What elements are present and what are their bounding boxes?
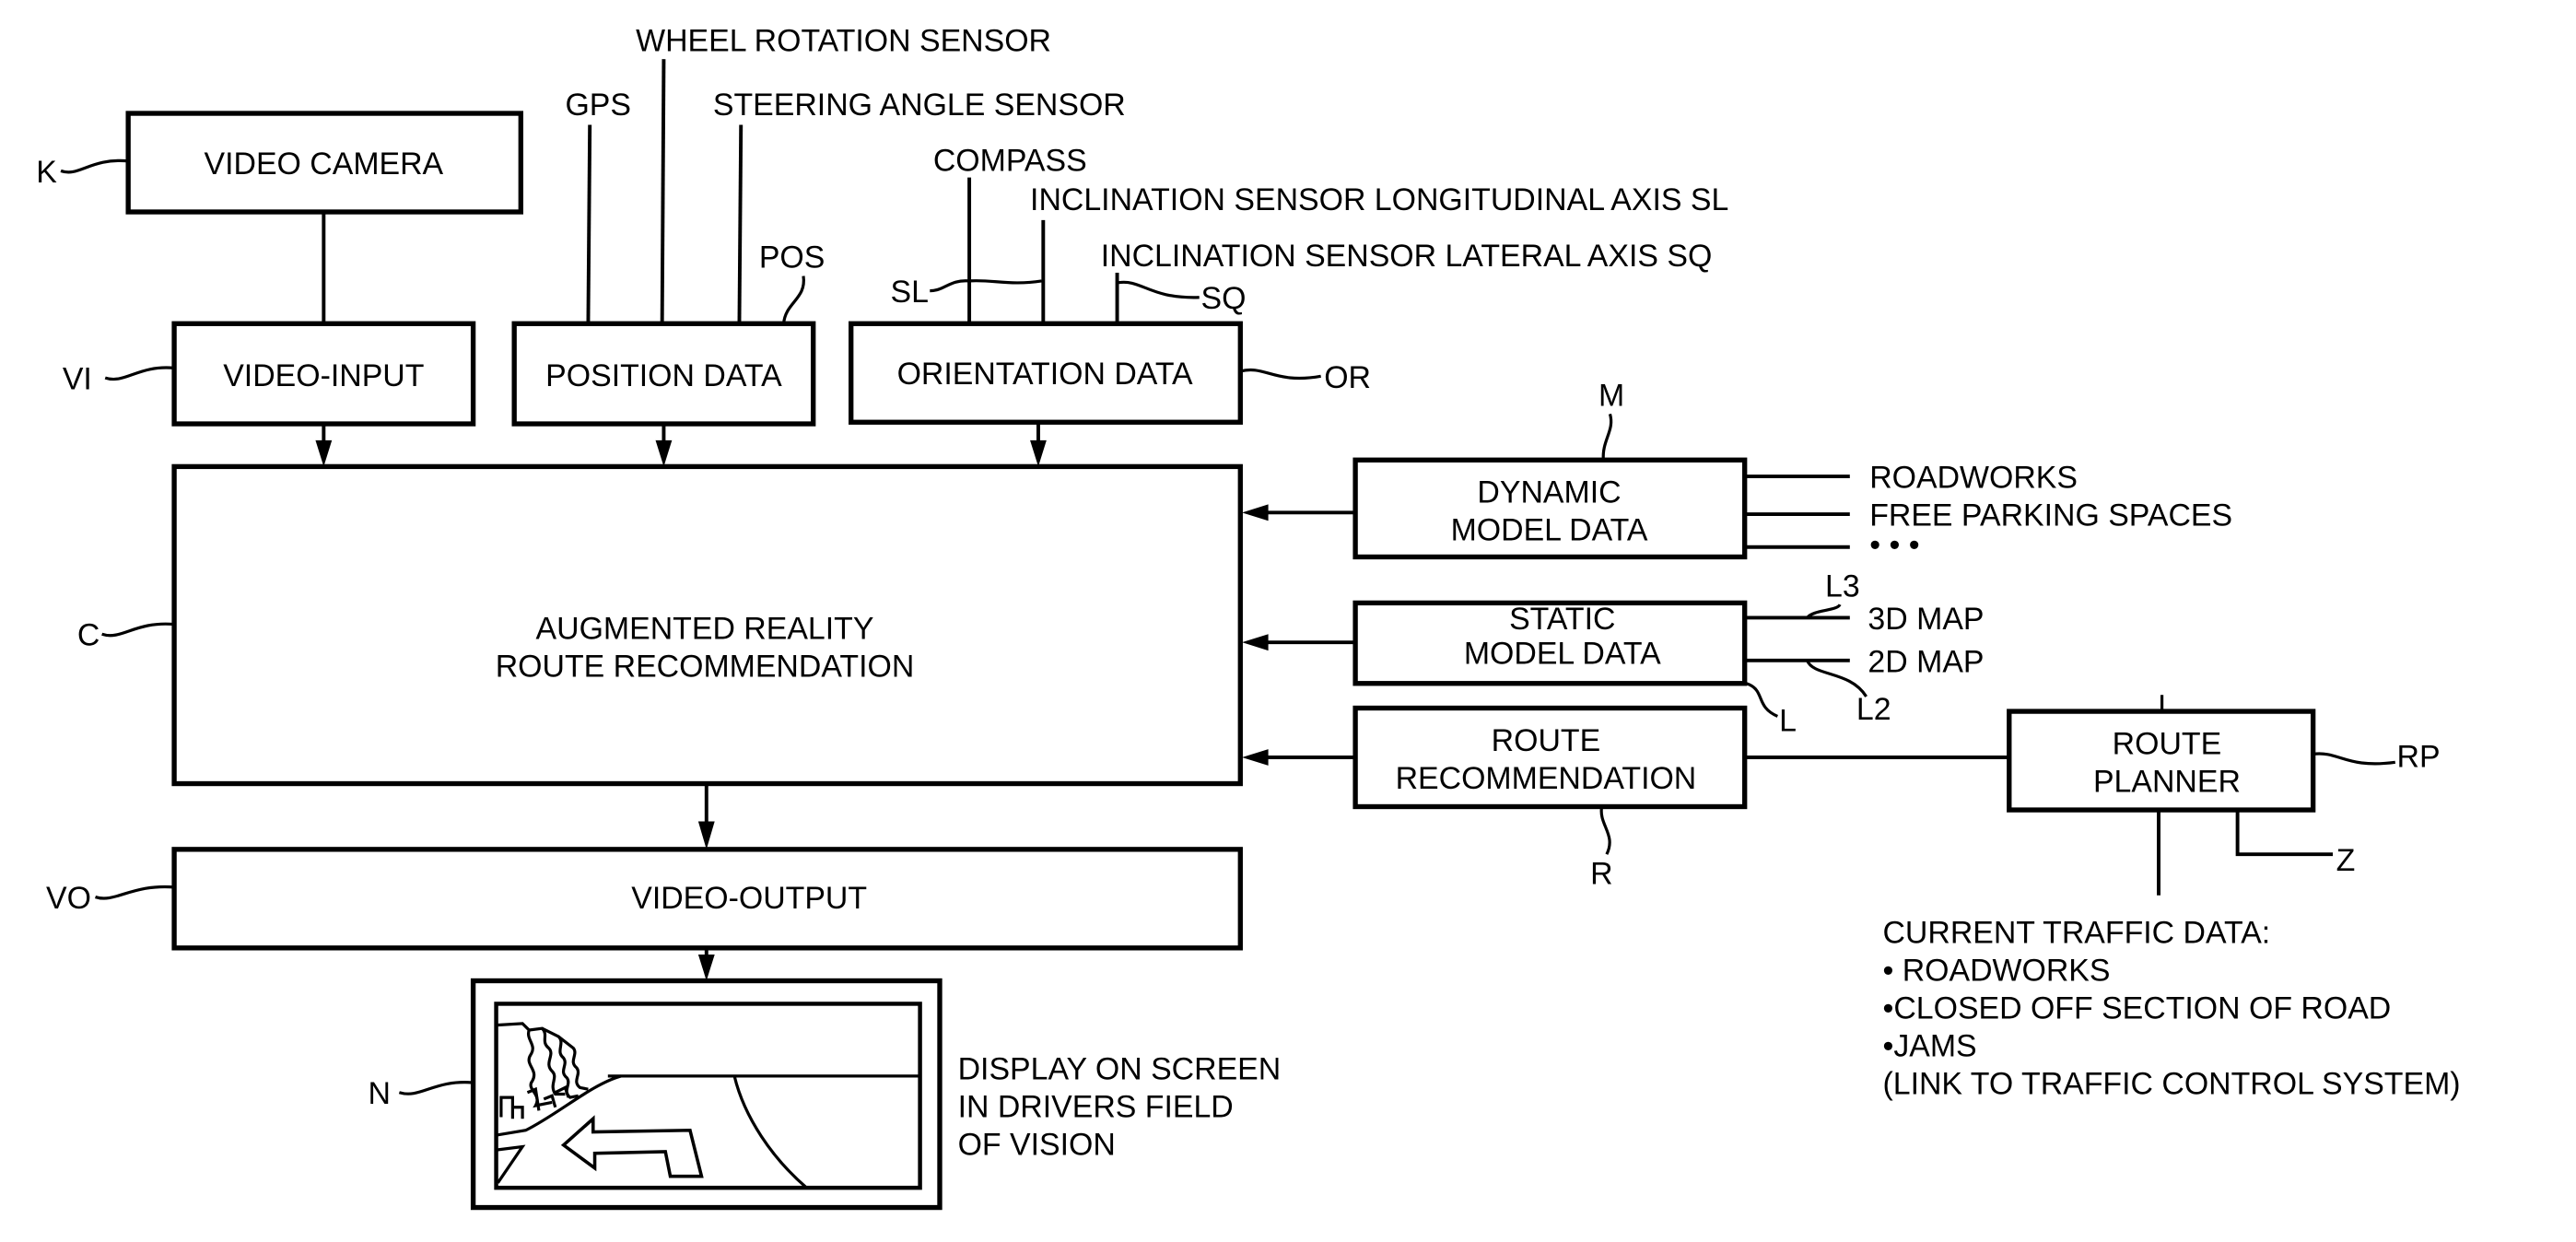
steering-angle-line xyxy=(737,124,744,326)
pos-ref-label: POS xyxy=(759,240,825,275)
dynamic-input-roadworks: ROADWORKS xyxy=(1869,461,2078,496)
vi-ref-label: VI xyxy=(63,362,92,397)
display-caption-line1: DISPLAY ON SCREEN xyxy=(958,1051,1282,1086)
or-ref-label: OR xyxy=(1324,360,1371,395)
route-recommendation-block: ROUTE RECOMMENDATION R xyxy=(1242,705,2009,891)
m-ref-label: M xyxy=(1598,378,1624,413)
dynamic-input-ellipsis: • • • xyxy=(1869,528,1919,563)
ar-route-line2: ROUTE RECOMMENDATION xyxy=(496,650,915,685)
pos-leader xyxy=(781,275,805,324)
static-input-2d-map: 2D MAP xyxy=(1868,644,1984,679)
traffic-item-jams: •JAMS xyxy=(1882,1029,1976,1064)
video-output-block: VIDEO-OUTPUT VO xyxy=(46,847,1243,951)
l-ref-label: L xyxy=(1779,703,1797,738)
output-to-display-arrow-head xyxy=(697,954,715,981)
rp-leader xyxy=(2313,752,2395,766)
video-camera-block: VIDEO CAMERA K xyxy=(36,111,523,324)
static-to-c-arrow-head xyxy=(1242,634,1269,651)
rp-ref-label: RP xyxy=(2397,740,2441,775)
l2-ref-label: L2 xyxy=(1856,692,1891,727)
traffic-note: (LINK TO TRAFFIC CONTROL SYSTEM) xyxy=(1882,1067,2460,1102)
video-input-block: VIDEO-INPUT VI xyxy=(63,321,476,427)
orientation-arrow-head xyxy=(1030,439,1047,467)
sl-ref-label: SL xyxy=(890,275,928,310)
sq-leader xyxy=(1118,280,1200,299)
video-input-arrow-head xyxy=(315,439,333,467)
or-leader xyxy=(1239,368,1321,381)
r-ref-label: R xyxy=(1590,856,1612,891)
c-ref-label: C xyxy=(77,618,100,653)
gps-label: GPS xyxy=(565,88,631,123)
sensor-inputs: WHEEL ROTATION SENSOR GPS STEERING ANGLE… xyxy=(565,23,1728,326)
static-model-line1: STATIC xyxy=(1509,602,1615,637)
steering-angle-sensor-label: STEERING ANGLE SENSOR xyxy=(713,88,1126,123)
orientation-data-label: ORIENTATION DATA xyxy=(897,357,1193,392)
dynamic-input-free-parking: FREE PARKING SPACES xyxy=(1869,498,2232,533)
route-recommendation-line2: RECOMMENDATION xyxy=(1396,761,1697,796)
traffic-item-roadworks: • ROADWORKS xyxy=(1882,953,2110,988)
n-ref-label: N xyxy=(368,1076,390,1111)
m-leader xyxy=(1601,413,1613,461)
orientation-data-block: ORIENTATION DATA OR xyxy=(849,321,1371,425)
wheel-rotation-line xyxy=(660,59,666,326)
compass-label: COMPASS xyxy=(933,143,1087,178)
dynamic-model-data-block: DYNAMIC MODEL DATA M ROADWORKS FREE PARK… xyxy=(1242,378,2232,563)
route-planner-line2: PLANNER xyxy=(2093,764,2241,799)
inclination-longitudinal-label: INCLINATION SENSOR LONGITUDINAL AXIS SL xyxy=(1030,182,1728,217)
wheel-rotation-sensor-label: WHEEL ROTATION SENSOR xyxy=(636,23,1051,58)
video-camera-label: VIDEO CAMERA xyxy=(205,146,444,182)
static-model-line2: MODEL DATA xyxy=(1464,636,1661,671)
sq-ref-label: SQ xyxy=(1200,281,1246,316)
dynamic-to-c-arrow-head xyxy=(1242,504,1269,521)
vi-leader xyxy=(104,366,175,381)
r-leader xyxy=(1599,806,1611,855)
display-caption-line3: OF VISION xyxy=(958,1127,1116,1162)
inclination-lateral-label: INCLINATION SENSOR LATERAL AXIS SQ xyxy=(1101,239,1713,274)
route-planner-block: ROUTE PLANNER RP Z xyxy=(2007,695,2441,896)
sl-leader xyxy=(930,279,1042,293)
display-caption-line2: IN DRIVERS FIELD xyxy=(958,1089,1234,1124)
route-planner-line1: ROUTE xyxy=(2113,726,2222,761)
input-arrows xyxy=(315,422,1047,467)
position-data-label: POSITION DATA xyxy=(545,358,782,393)
position-arrow-head xyxy=(655,439,673,467)
display-inner-screen xyxy=(494,1002,922,1190)
position-data-block: POSITION DATA POS xyxy=(511,240,825,427)
traffic-title: CURRENT TRAFFIC DATA: xyxy=(1882,915,2270,950)
dynamic-model-line1: DYNAMIC xyxy=(1477,475,1621,510)
n-leader xyxy=(398,1081,474,1096)
l-leader xyxy=(1745,682,1779,718)
c-leader xyxy=(101,622,175,638)
z-ref-label: Z xyxy=(2336,843,2356,878)
display-screen-block: N DISPLAY ON SCREEN IN DRIVERS FIELD OF … xyxy=(368,978,1282,1211)
vo-ref-label: VO xyxy=(46,881,91,916)
l3-ref-label: L3 xyxy=(1825,568,1860,603)
route-recommendation-line1: ROUTE xyxy=(1492,723,1601,758)
route-rec-to-c-arrow-head xyxy=(1242,749,1269,766)
c-to-output-arrow-head xyxy=(697,821,715,849)
ar-route-line1: AUGMENTED REALITY xyxy=(536,612,874,647)
l3-leader xyxy=(1806,603,1842,619)
gps-line xyxy=(586,124,592,326)
k-ref-label: K xyxy=(36,155,57,190)
block-diagram: WHEEL ROTATION SENSOR GPS STEERING ANGLE… xyxy=(36,23,2461,1211)
current-traffic-data: CURRENT TRAFFIC DATA: • ROADWORKS •CLOSE… xyxy=(1882,915,2460,1101)
k-leader xyxy=(60,158,129,174)
static-input-3d-map: 3D MAP xyxy=(1868,602,1984,637)
video-input-label: VIDEO-INPUT xyxy=(223,358,424,393)
vo-leader xyxy=(94,885,175,900)
traffic-item-closed-road: •CLOSED OFF SECTION OF ROAD xyxy=(1882,991,2391,1026)
ar-route-recommendation-block: AUGMENTED REALITY ROUTE RECOMMENDATION C xyxy=(77,463,1243,787)
z-line xyxy=(2235,810,2334,857)
dynamic-model-line2: MODEL DATA xyxy=(1451,513,1648,548)
video-output-label: VIDEO-OUTPUT xyxy=(631,881,867,916)
